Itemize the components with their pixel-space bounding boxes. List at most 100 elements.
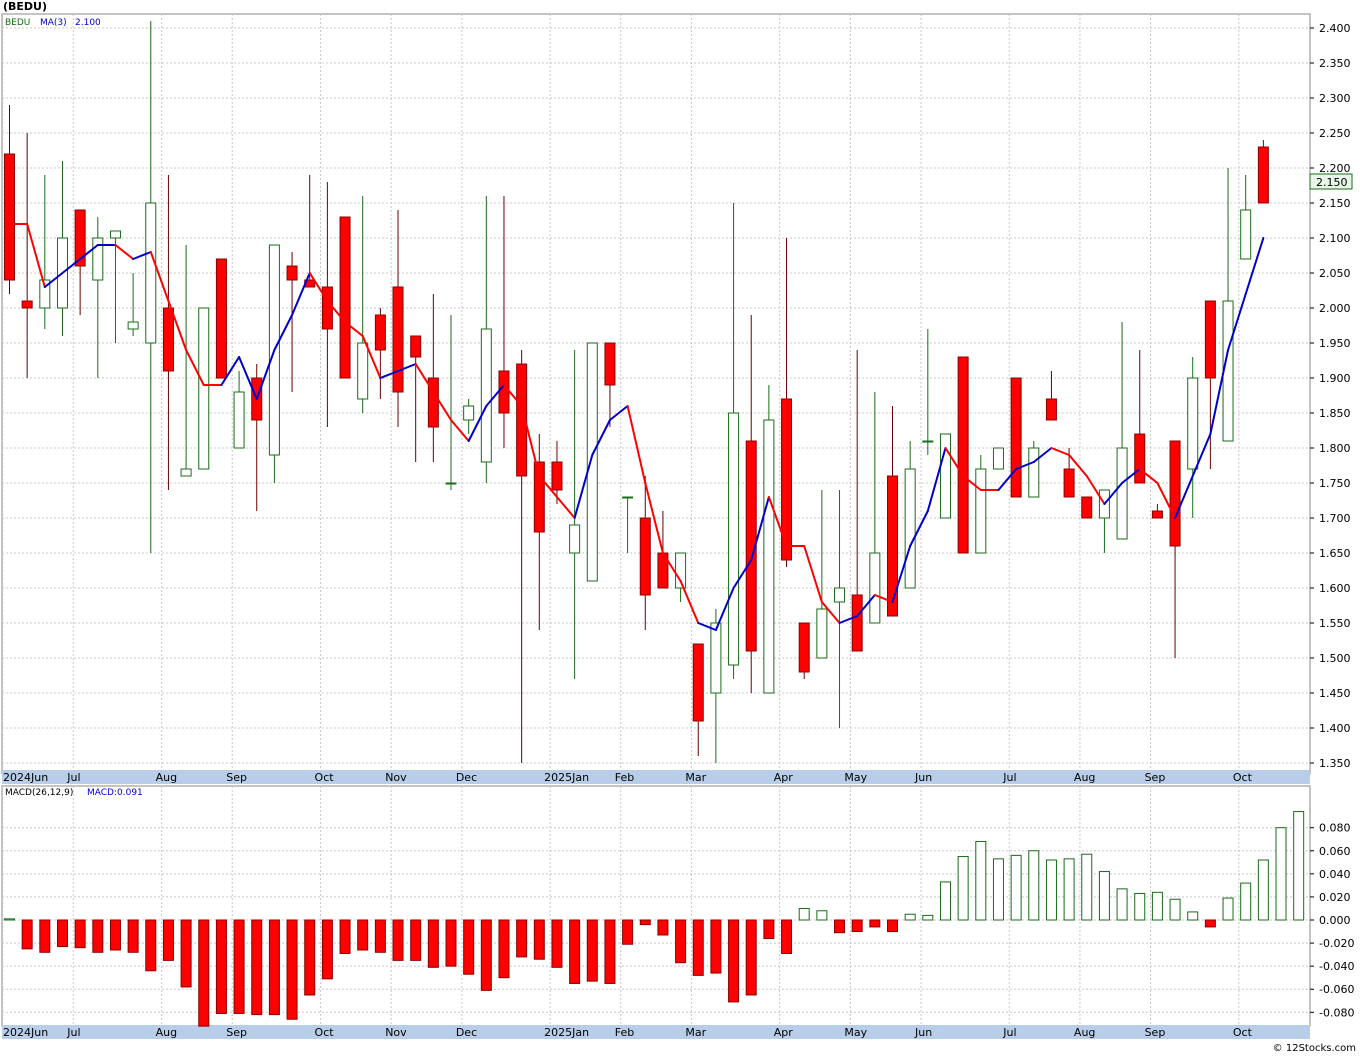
candle-body (851, 594, 863, 652)
macd-bar (180, 919, 192, 988)
candle-body (1257, 146, 1269, 204)
price-y-tick-label: 1.650 (1319, 547, 1351, 560)
candle-body (1204, 300, 1216, 379)
macd-bar (1222, 897, 1234, 921)
macd-bar (1240, 882, 1252, 921)
candle-body (1028, 447, 1040, 498)
price-y-tick-label: 1.550 (1319, 617, 1351, 630)
candle-body (162, 307, 174, 372)
candle-body (127, 321, 139, 330)
price-y-tick-label: 1.450 (1319, 687, 1351, 700)
macd-bar (480, 919, 492, 991)
macd-bar (198, 919, 210, 1027)
macd-bar (957, 856, 969, 921)
candle-body (4, 153, 15, 281)
price-x-tick-label: Mar (685, 771, 706, 784)
candle-body (1081, 496, 1093, 519)
macd-x-tick-label: Sep (226, 1026, 247, 1039)
candle-body (1116, 447, 1128, 540)
candle-body (834, 587, 846, 603)
price-x-tick-label: Apr (774, 771, 794, 784)
macd-bar (622, 919, 634, 945)
candle-body (922, 440, 934, 443)
candle-body (798, 622, 810, 673)
macd-bar (162, 919, 174, 961)
macd-bar (922, 914, 934, 921)
candle-body (215, 258, 227, 379)
macd-bar (851, 919, 863, 933)
macd-y-tick-label: -0.020 (1319, 937, 1354, 950)
macd-bar (781, 919, 793, 954)
macd-x-tick-label: Apr (774, 1026, 794, 1039)
candle-body (392, 286, 404, 393)
price-panel-frame (1, 13, 1311, 775)
macd-bar (551, 919, 563, 968)
candle-body (728, 412, 740, 666)
price-y-tick-label: 2.200 (1319, 162, 1351, 175)
price-y-tick-label: 1.950 (1319, 337, 1351, 350)
macd-bar (728, 919, 740, 1003)
macd-bar (1293, 811, 1305, 921)
macd-bar (1063, 858, 1075, 921)
macd-bar (145, 919, 157, 972)
price-x-tick-label: May (844, 771, 867, 784)
price-legend-symbol: BEDU (5, 18, 30, 28)
candle-body (992, 447, 1004, 470)
macd-bar (374, 919, 386, 953)
candle-body (233, 391, 245, 449)
macd-bar (410, 919, 422, 961)
candle-body (321, 286, 333, 330)
candle-body (957, 356, 969, 554)
price-legend-ma-value: 2.100 (75, 18, 101, 28)
price-y-tick-label: 1.700 (1319, 512, 1351, 525)
macd-bar (56, 919, 68, 948)
macd-bar (533, 919, 545, 960)
macd-x-tick-label: 2025Jan (544, 1026, 589, 1039)
price-x-tick-label: 2024Jun (3, 771, 48, 784)
macd-bar (357, 919, 369, 951)
price-x-tick-label: Oct (1233, 771, 1253, 784)
macd-bar (692, 919, 704, 976)
macd-bar (286, 919, 298, 1020)
macd-legend-name: MACD(26,12,9) (5, 788, 73, 798)
candle-body (374, 314, 386, 351)
macd-bar (339, 919, 351, 954)
macd-y-tick-label: 0.080 (1319, 822, 1351, 835)
macd-x-tick-label: Aug (1074, 1026, 1095, 1039)
candle-body (551, 461, 563, 491)
macd-y-tick-label: 0.000 (1319, 914, 1351, 927)
candle-body (1169, 440, 1181, 547)
macd-x-tick-label: Oct (315, 1026, 335, 1039)
macd-x-tick-label: Sep (1145, 1026, 1166, 1039)
macd-bar (569, 919, 581, 984)
macd-bar (4, 918, 15, 921)
candle-body (586, 342, 598, 582)
macd-bar (304, 919, 316, 996)
macd-x-tick-label: Oct (1233, 1026, 1253, 1039)
copyright-text: © 12Stocks.com (1272, 1043, 1356, 1054)
macd-panel-frame (1, 785, 1311, 1027)
macd-bar (1275, 827, 1287, 921)
macd-bar (745, 919, 757, 996)
macd-bar (1098, 871, 1110, 921)
candle-body (1045, 398, 1057, 421)
candle-body (1134, 433, 1146, 484)
macd-x-tick-label: Jul (66, 1026, 80, 1039)
macd-bar (1151, 891, 1163, 921)
macd-bar (1169, 898, 1181, 921)
candle-body (180, 468, 192, 477)
macd-bar (657, 919, 669, 936)
macd-bar (586, 919, 598, 982)
candle-body (145, 202, 157, 344)
macd-bar (233, 919, 245, 1014)
price-y-tick-label: 1.400 (1319, 722, 1351, 735)
candle-body (198, 307, 210, 470)
price-x-tick-label: Nov (385, 771, 407, 784)
price-x-tick-label: Jun (914, 771, 932, 784)
macd-bar (251, 919, 263, 1016)
macd-x-tick-label: Jun (914, 1026, 932, 1039)
candle-body (569, 524, 581, 554)
price-y-tick-label: 2.150 (1319, 197, 1351, 210)
macd-y-tick-label: 0.020 (1319, 891, 1351, 904)
macd-bar (675, 919, 687, 964)
